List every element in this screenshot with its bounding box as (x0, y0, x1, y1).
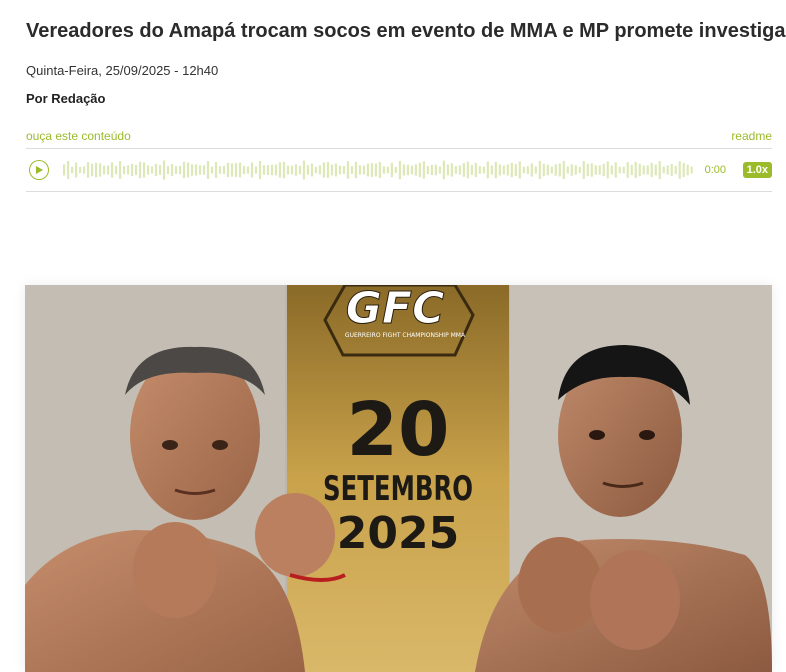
article-date: Quinta-Feira, 25/09/2025 - 12h40 (26, 63, 219, 78)
article-headline: Vereadores do Amapá trocam socos em even… (26, 20, 786, 42)
player-divider-bottom (26, 191, 772, 192)
poster-month: SETEMBRO (323, 469, 473, 509)
audio-player: ouça este conteúdo readme 0:00 1.0x (26, 126, 772, 194)
play-button[interactable] (29, 160, 49, 180)
article-byline: Por Redação (26, 91, 106, 106)
playback-speed-button[interactable]: 1.0x (742, 162, 772, 178)
playback-time: 0:00 (704, 164, 727, 176)
poster-logo: GFC (346, 285, 444, 334)
article-photo: GFC GUERREIRO FIGHT CHAMPIONSHIP MMA 20 … (25, 285, 772, 672)
play-icon (35, 166, 43, 174)
audio-waveform[interactable] (62, 159, 695, 181)
listen-label: ouça este conteúdo (26, 129, 131, 143)
poster-day: 20 (347, 387, 450, 473)
poster-logo-subtitle: GUERREIRO FIGHT CHAMPIONSHIP MMA (345, 332, 466, 339)
event-poster: GFC GUERREIRO FIGHT CHAMPIONSHIP MMA 20 … (25, 285, 772, 672)
readme-brand-link[interactable]: readme (731, 129, 772, 143)
poster-year: 2025 (337, 508, 459, 559)
